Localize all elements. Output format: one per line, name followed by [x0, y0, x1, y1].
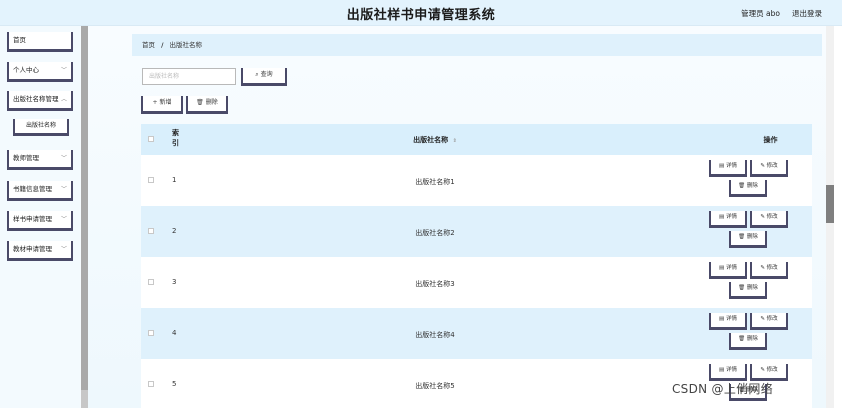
- detail-button[interactable]: ▤ 详情: [709, 262, 747, 279]
- breadcrumb: 首页 / 出版社名称: [132, 34, 822, 56]
- edit-button[interactable]: ✎ 修改: [750, 211, 788, 228]
- row-name: 出版社名称1: [415, 178, 455, 186]
- sidebar-item-label: 个人中心: [13, 66, 39, 74]
- sidebar-item-label: 书籍信息管理: [13, 185, 52, 193]
- detail-button[interactable]: ▤ 详情: [709, 211, 747, 228]
- sidebar-item-label: 教师管理: [13, 154, 39, 162]
- delete-button[interactable]: 🗑 删除: [186, 96, 228, 114]
- chevron-down-icon: ﹀: [60, 186, 67, 193]
- edit-button[interactable]: ✎ 修改: [750, 313, 788, 330]
- sidebar: 首页 个人中心 ﹀ 出版社名称管理 ︿ 出版社名称 教师管理 ﹀ 书籍信息管理 …: [0, 26, 80, 408]
- edit-button[interactable]: ✎ 修改: [750, 262, 788, 279]
- breadcrumb-current: 出版社名称: [169, 41, 203, 49]
- edit-icon: ✎: [760, 367, 765, 373]
- row-name: 出版社名称4: [415, 331, 455, 339]
- app-title: 出版社样书申请管理系统: [346, 8, 496, 23]
- search-input[interactable]: 出版社名称: [142, 68, 236, 85]
- detail-icon: ▤: [719, 367, 725, 373]
- sidebar-item-textbook-request[interactable]: 教材申请管理 ﹀: [7, 241, 73, 261]
- sidebar-item-label: 首页: [13, 36, 26, 44]
- sidebar-item-teacher-mgmt[interactable]: 教师管理 ﹀: [7, 150, 73, 170]
- table-row: 4 出版社名称4 ▤ 详情 ✎ 修改 🗑 删除: [141, 308, 812, 359]
- row-delete-button[interactable]: 🗑 删除: [729, 282, 767, 299]
- sidebar-item-label: 教材申请管理: [13, 245, 52, 253]
- edit-button[interactable]: ✎ 修改: [750, 364, 788, 381]
- breadcrumb-home[interactable]: 首页: [142, 41, 155, 49]
- row-name: 出版社名称2: [415, 229, 455, 237]
- add-button[interactable]: + 新增: [141, 96, 183, 114]
- user-area: 管理员 abo 退出登录: [741, 8, 822, 19]
- table-row: 3 出版社名称3 ▤ 详情 ✎ 修改 🗑 删除: [141, 257, 812, 308]
- search-icon: ⌕: [255, 71, 259, 78]
- page-scrollbar-thumb[interactable]: [826, 185, 834, 223]
- table-row: 2 出版社名称2 ▤ 详情 ✎ 修改 🗑 删除: [141, 206, 812, 257]
- sidebar-scrollbar-thumb[interactable]: [81, 26, 88, 390]
- col-name[interactable]: 出版社名称 ⇕: [141, 135, 729, 145]
- trash-icon: 🗑: [738, 285, 746, 291]
- table-header: 索 引 出版社名称 ⇕ 操作: [141, 124, 812, 155]
- sidebar-item-label: 出版社名称管理: [13, 95, 59, 103]
- chevron-down-icon: ﹀: [60, 155, 67, 162]
- edit-icon: ✎: [760, 163, 765, 169]
- row-name: 出版社名称5: [415, 382, 455, 390]
- chevron-up-icon: ︿: [60, 96, 67, 103]
- row-delete-button[interactable]: 🗑 删除: [729, 333, 767, 350]
- detail-icon: ▤: [719, 265, 725, 271]
- search-button[interactable]: ⌕ 查询: [241, 68, 287, 86]
- row-delete-button[interactable]: 🗑 删除: [729, 231, 767, 248]
- chevron-down-icon: ﹀: [60, 216, 67, 223]
- logout-link[interactable]: 退出登录: [792, 8, 822, 19]
- row-delete-button[interactable]: 🗑 删除: [729, 180, 767, 197]
- sidebar-item-sample-request[interactable]: 样书申请管理 ﹀: [7, 211, 73, 231]
- sidebar-item-publisher-mgmt[interactable]: 出版社名称管理 ︿: [7, 91, 73, 111]
- sort-icon: ⇕: [452, 138, 457, 144]
- sidebar-item-book-mgmt[interactable]: 书籍信息管理 ﹀: [7, 181, 73, 201]
- edit-button[interactable]: ✎ 修改: [750, 160, 788, 177]
- trash-icon: 🗑: [738, 183, 746, 189]
- edit-icon: ✎: [760, 265, 765, 271]
- chevron-down-icon: ﹀: [60, 246, 67, 253]
- plus-icon: +: [152, 99, 158, 106]
- col-ops: 操作: [763, 136, 778, 144]
- top-bar: 出版社样书申请管理系统 管理员 abo 退出登录: [0, 0, 842, 26]
- detail-icon: ▤: [719, 163, 725, 169]
- detail-icon: ▤: [719, 214, 725, 220]
- detail-button[interactable]: ▤ 详情: [709, 160, 747, 177]
- trash-icon: 🗑: [196, 99, 204, 106]
- sidebar-item-label: 出版社名称: [25, 122, 56, 129]
- trash-icon: 🗑: [738, 336, 746, 342]
- page-scrollbar-track: [834, 26, 842, 408]
- table-row: 1 出版社名称1 ▤ 详情 ✎ 修改 🗑 删除: [141, 155, 812, 206]
- detail-icon: ▤: [719, 316, 725, 322]
- sidebar-item-label: 样书申请管理: [13, 215, 52, 223]
- edit-icon: ✎: [760, 214, 765, 220]
- edit-icon: ✎: [760, 316, 765, 322]
- main-content: 首页 / 出版社名称 出版社名称 ⌕ 查询 + 新增 🗑 删除 索 引 出版社名称 ⇕…: [88, 26, 826, 408]
- admin-label: 管理员 abo: [741, 9, 780, 18]
- breadcrumb-separator: /: [161, 41, 164, 49]
- search-placeholder: 出版社名称: [149, 73, 180, 80]
- row-name: 出版社名称3: [415, 280, 455, 288]
- trash-icon: 🗑: [738, 234, 746, 240]
- detail-button[interactable]: ▤ 详情: [709, 313, 747, 330]
- chevron-down-icon: ﹀: [60, 67, 67, 74]
- sidebar-subitem-publisher-name[interactable]: 出版社名称: [13, 119, 69, 136]
- detail-button[interactable]: ▤ 详情: [709, 364, 747, 381]
- sidebar-item-home[interactable]: 首页: [7, 32, 73, 52]
- watermark: CSDN @上俏网络: [672, 382, 774, 396]
- sidebar-item-personal[interactable]: 个人中心 ﹀: [7, 62, 73, 82]
